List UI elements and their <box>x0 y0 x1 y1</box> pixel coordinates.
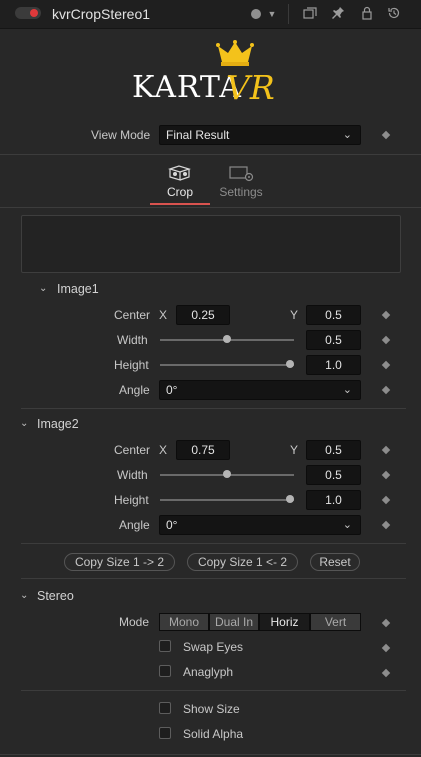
keyframe-diamond-icon[interactable] <box>381 360 391 370</box>
image2-center-y-input[interactable]: 0.5 <box>306 440 361 460</box>
stereo-section-title[interactable]: Stereo <box>37 589 74 603</box>
keyframe-diamond-icon[interactable] <box>381 520 391 530</box>
mode-mono-button[interactable]: Mono <box>159 613 209 631</box>
image1-height-label: Height <box>114 358 149 372</box>
keyframe-diamond-icon[interactable] <box>381 130 391 140</box>
stereo-mode-label: Mode <box>119 615 150 629</box>
image1-height-input[interactable]: 1.0 <box>306 355 361 375</box>
divider <box>21 578 406 579</box>
divider <box>0 154 421 155</box>
tab-crop[interactable]: Crop <box>150 160 210 206</box>
image2-center-label: Center <box>114 443 151 457</box>
keyframe-diamond-icon[interactable] <box>381 470 391 480</box>
tab-crop-label: Crop <box>166 185 193 199</box>
image2-height-slider-handle[interactable] <box>286 495 294 503</box>
keyframe-diamond-icon[interactable] <box>381 310 391 320</box>
keyframe-diamond-icon[interactable] <box>381 335 391 345</box>
node-title: kvrCropStereo1 <box>52 6 151 22</box>
reset-history-icon[interactable] <box>386 6 402 22</box>
image2-height-slider[interactable] <box>160 499 294 501</box>
divider <box>0 207 421 208</box>
view-mode-dropdown[interactable]: Final Result ⌄ <box>159 125 361 145</box>
view-mode-value: Final Result <box>166 128 230 142</box>
collapse-caret-icon[interactable]: ⌄ <box>39 283 47 294</box>
image1-angle-dropdown[interactable]: 0° ⌄ <box>159 380 361 400</box>
image1-center-x-input[interactable]: 0.25 <box>176 305 230 325</box>
image1-center-y-input[interactable]: 0.5 <box>306 305 361 325</box>
collapse-caret-icon[interactable]: ⌄ <box>20 590 28 601</box>
image2-center-x-input[interactable]: 0.75 <box>176 440 230 460</box>
solid-alpha-checkbox[interactable] <box>159 727 171 739</box>
kartavr-logo: KARTA VR <box>132 40 292 115</box>
tab-settings-label: Settings <box>219 185 263 199</box>
anaglyph-label: Anaglyph <box>183 665 234 679</box>
image1-angle-label: Angle <box>119 383 150 397</box>
tab-settings[interactable]: Settings <box>214 160 268 206</box>
image1-width-input[interactable]: 0.5 <box>306 330 361 350</box>
view-mode-label: View Mode <box>91 128 151 142</box>
mode-horiz-button[interactable]: Horiz <box>259 613 310 631</box>
keyframe-diamond-icon[interactable] <box>381 385 391 395</box>
anaglyph-checkbox[interactable] <box>159 665 171 677</box>
keyframe-diamond-icon[interactable] <box>381 618 391 628</box>
keyframe-diamond-icon[interactable] <box>381 668 391 678</box>
active-tab-underline <box>150 203 210 205</box>
keyframe-diamond-icon[interactable] <box>381 495 391 505</box>
image1-width-label: Width <box>117 333 148 347</box>
image2-y-label: Y <box>290 443 299 457</box>
image1-height-slider-handle[interactable] <box>286 360 294 368</box>
image1-angle-value: 0° <box>166 383 178 397</box>
pin-icon[interactable] <box>330 6 346 22</box>
chevron-down-icon: ⌄ <box>342 129 352 141</box>
image2-angle-label: Angle <box>119 518 150 532</box>
image2-width-slider-handle[interactable] <box>223 470 231 478</box>
copy-size-2-to-1-button[interactable]: Copy Size 1 <- 2 <box>187 553 298 571</box>
image2-height-label: Height <box>114 493 149 507</box>
image2-section-title[interactable]: Image2 <box>37 417 79 431</box>
lock-icon[interactable] <box>359 6 375 22</box>
image2-x-label: X <box>159 443 168 457</box>
image2-angle-dropdown[interactable]: 0° ⌄ <box>159 515 361 535</box>
color-dot-icon[interactable] <box>251 9 261 19</box>
swap-eyes-label: Swap Eyes <box>183 640 244 654</box>
crop-tab-icon <box>168 165 191 181</box>
mode-vert-button[interactable]: Vert <box>310 613 361 631</box>
swap-eyes-checkbox[interactable] <box>159 640 171 652</box>
copy-size-1-to-2-button[interactable]: Copy Size 1 -> 2 <box>64 553 175 571</box>
show-size-label: Show Size <box>183 702 240 716</box>
chevron-down-icon: ⌄ <box>342 519 352 531</box>
image1-y-label: Y <box>290 308 299 322</box>
image1-width-slider-handle[interactable] <box>223 335 231 343</box>
divider <box>21 690 406 691</box>
enable-toggle[interactable] <box>15 7 41 19</box>
reset-button[interactable]: Reset <box>310 553 360 571</box>
enable-indicator <box>30 9 38 17</box>
chevron-down-icon[interactable]: ▼ <box>264 6 280 22</box>
separator <box>288 4 289 24</box>
image2-height-input[interactable]: 1.0 <box>306 490 361 510</box>
image2-angle-value: 0° <box>166 518 178 532</box>
logo-text-vr: VR <box>226 68 275 107</box>
image1-center-label: Center <box>114 308 151 322</box>
image1-x-label: X <box>159 308 168 322</box>
image2-width-label: Width <box>117 468 148 482</box>
collapse-caret-icon[interactable]: ⌄ <box>20 418 28 429</box>
chevron-down-icon: ⌄ <box>342 384 352 396</box>
preview-area <box>21 215 401 273</box>
divider <box>21 408 406 409</box>
image1-height-slider[interactable] <box>160 364 294 366</box>
show-size-checkbox[interactable] <box>159 702 171 714</box>
image1-section-title[interactable]: Image1 <box>57 282 99 296</box>
divider <box>21 543 406 544</box>
keyframe-diamond-icon[interactable] <box>381 445 391 455</box>
divider <box>0 754 421 755</box>
keyframe-diamond-icon[interactable] <box>381 643 391 653</box>
settings-tab-icon <box>229 166 254 182</box>
image2-width-input[interactable]: 0.5 <box>306 465 361 485</box>
solid-alpha-label: Solid Alpha <box>183 727 244 741</box>
versions-icon[interactable] <box>302 6 318 22</box>
mode-dual-in-button[interactable]: Dual In <box>209 613 259 631</box>
